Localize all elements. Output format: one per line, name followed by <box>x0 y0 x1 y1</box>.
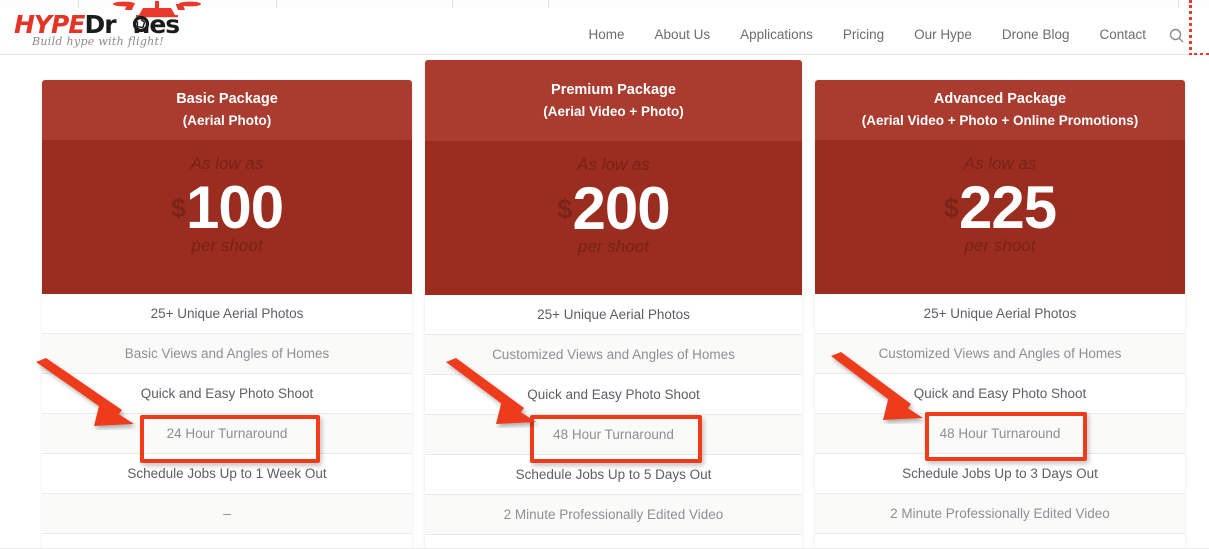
camera-aperture-icon <box>132 15 150 33</box>
feature-row: Schedule Jobs Up to 1 Week Out <box>42 454 412 494</box>
package-subtitle: (Aerial Photo) <box>182 113 272 128</box>
price-suffix: per shoot <box>191 236 263 255</box>
feature-row <box>425 535 802 549</box>
price-suffix: per shoot <box>578 237 649 256</box>
nav-item-our-hype[interactable]: Our Hype <box>899 16 987 54</box>
price-prefix: As low as <box>577 155 650 174</box>
pricing-card-advanced: Advanced Package (Aerial Video + Photo +… <box>815 80 1185 549</box>
nav-item-home[interactable]: Home <box>574 16 640 54</box>
page-root: HYPEDr nes Build hype with flight! Home A… <box>0 0 1209 549</box>
currency-symbol: $ <box>557 194 573 224</box>
price-prefix: As low as <box>190 154 264 173</box>
feature-row-turnaround: 24 Hour Turnaround <box>42 414 412 454</box>
feature-row: 2 Minute Professionally Edited Video <box>425 495 802 535</box>
package-title: Premium Package <box>551 81 676 98</box>
feature-row-turnaround: 48 Hour Turnaround <box>815 414 1185 454</box>
package-title: Advanced Package <box>933 91 1067 107</box>
feature-row: Customized Views and Angles of Homes <box>425 335 802 375</box>
package-subtitle: (Aerial Video + Photo) <box>543 103 684 119</box>
feature-row <box>42 534 412 549</box>
site-header: HYPEDr nes Build hype with flight! Home A… <box>0 1 1209 55</box>
viewport-marker-vertical <box>1189 0 1192 56</box>
feature-row: Schedule Jobs Up to 5 Days Out <box>425 455 802 495</box>
nav-item-about-us[interactable]: About Us <box>640 16 726 54</box>
nav-item-applications[interactable]: Applications <box>725 16 828 54</box>
currency-symbol: $ <box>170 193 186 223</box>
feature-row: Basic Views and Angles of Homes <box>42 334 412 374</box>
card-price-advanced: As low as $225 per shoot <box>815 140 1185 294</box>
currency-symbol: $ <box>943 193 959 223</box>
feature-row: Schedule Jobs Up to 3 Days Out <box>815 454 1185 494</box>
feature-row: – <box>42 494 412 534</box>
search-icon[interactable] <box>1161 28 1191 43</box>
feature-row: Quick and Easy Photo Shoot <box>815 374 1185 414</box>
card-header-premium: Premium Package (Aerial Video + Photo) <box>425 60 802 141</box>
feature-row: 25+ Unique Aerial Photos <box>815 294 1185 334</box>
nav-item-drone-blog[interactable]: Drone Blog <box>987 16 1085 54</box>
feature-row: Customized Views and Angles of Homes <box>815 334 1185 374</box>
card-price-premium: As low as $200 per shoot <box>425 141 802 295</box>
card-price-basic: As low as $100 per shoot <box>42 140 412 294</box>
price-amount: 225 <box>958 174 1057 241</box>
feature-row: 25+ Unique Aerial Photos <box>425 295 802 335</box>
feature-row-turnaround: 48 Hour Turnaround <box>425 415 802 455</box>
main-navigation: Home About Us Applications Pricing Our H… <box>574 16 1191 54</box>
feature-row: Quick and Easy Photo Shoot <box>42 374 412 414</box>
feature-row: Quick and Easy Photo Shoot <box>425 375 802 415</box>
feature-row <box>815 534 1185 549</box>
price-amount: 200 <box>572 175 670 242</box>
price-suffix: per shoot <box>964 236 1036 255</box>
logo-tagline: Build hype with flight! <box>32 35 164 48</box>
package-title: Basic Package <box>176 91 278 107</box>
nav-item-contact[interactable]: Contact <box>1084 16 1161 54</box>
pricing-card-premium: Premium Package (Aerial Video + Photo) A… <box>425 60 802 549</box>
feature-row: 2 Minute Professionally Edited Video <box>815 494 1185 534</box>
pricing-section: Basic Package (Aerial Photo) As low as $… <box>0 55 1209 549</box>
package-subtitle: (Aerial Video + Photo + Online Promotion… <box>861 113 1139 128</box>
feature-row: 25+ Unique Aerial Photos <box>42 294 412 334</box>
price-amount: 100 <box>185 174 284 241</box>
card-header-basic: Basic Package (Aerial Photo) <box>42 80 412 140</box>
nav-item-pricing[interactable]: Pricing <box>828 16 899 54</box>
price-prefix: As low as <box>963 154 1037 173</box>
pricing-card-basic: Basic Package (Aerial Photo) As low as $… <box>42 80 412 549</box>
card-header-advanced: Advanced Package (Aerial Video + Photo +… <box>815 80 1185 140</box>
site-logo[interactable]: HYPEDr nes Build hype with flight! <box>14 0 264 54</box>
